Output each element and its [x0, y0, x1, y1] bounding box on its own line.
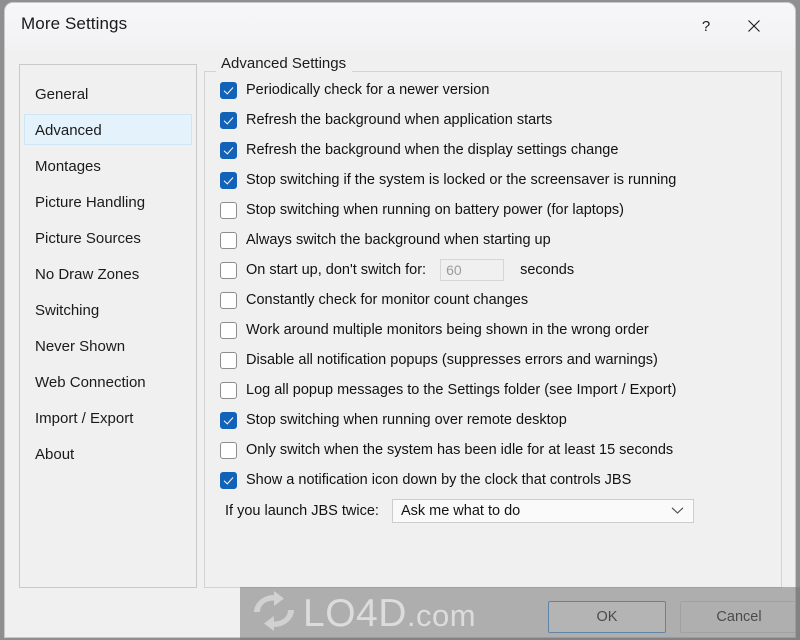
sidebar-item-general[interactable]: General: [24, 78, 192, 109]
checkbox-periodically-check-version[interactable]: [220, 81, 237, 99]
option-label: Disable all notification popups (suppres…: [246, 352, 658, 368]
option-label: Stop switching if the system is locked o…: [246, 172, 677, 188]
checkbox-stop-over-remote-desktop[interactable]: [220, 411, 237, 429]
checkbox-log-popup-messages[interactable]: [220, 381, 237, 399]
checkbox-switch-only-when-idle[interactable]: [220, 441, 237, 459]
title-bar: More Settings ?: [5, 3, 795, 49]
checkbox-startup-delay[interactable]: [220, 261, 237, 279]
sidebar-item-web-connection[interactable]: Web Connection: [24, 366, 192, 397]
option-row[interactable]: Only switch when the system has been idl…: [220, 435, 780, 465]
option-row[interactable]: Refresh the background when application …: [220, 105, 780, 135]
option-label: Refresh the background when the display …: [246, 142, 619, 158]
option-row[interactable]: Always switch the background when starti…: [220, 225, 780, 255]
option-row[interactable]: Work around multiple monitors being show…: [220, 315, 780, 345]
option-label: Work around multiple monitors being show…: [246, 322, 649, 338]
option-label: Always switch the background when starti…: [246, 232, 551, 248]
option-row[interactable]: Constantly check for monitor count chang…: [220, 285, 780, 315]
checkbox-refresh-on-display-change[interactable]: [220, 141, 237, 159]
group-title: Advanced Settings: [216, 55, 353, 72]
sidebar-item-switching[interactable]: Switching: [24, 294, 192, 325]
option-label: Stop switching when running on battery p…: [246, 202, 625, 218]
checkbox-stop-on-battery[interactable]: [220, 201, 237, 219]
close-icon: [747, 19, 761, 33]
option-label: Periodically check for a newer version: [246, 82, 490, 98]
advanced-options-list: Periodically check for a newer version R…: [220, 75, 780, 495]
option-row[interactable]: Log all popup messages to the Settings f…: [220, 375, 780, 405]
window-title: More Settings: [21, 14, 128, 33]
option-row-startup-delay[interactable]: On start up, don't switch for: seconds: [220, 255, 780, 285]
ok-button[interactable]: OK: [548, 601, 666, 633]
launch-twice-select[interactable]: Ask me what to do: [391, 499, 694, 523]
launch-twice-value: Ask me what to do: [400, 503, 521, 519]
checkbox-always-switch-on-startup[interactable]: [220, 231, 237, 249]
checkbox-monitor-order-workaround[interactable]: [220, 321, 237, 339]
option-row[interactable]: Stop switching if the system is locked o…: [220, 165, 780, 195]
checkbox-disable-notifications[interactable]: [220, 351, 237, 369]
launch-twice-label: If you launch JBS twice:: [225, 503, 379, 519]
startup-delay-input[interactable]: [440, 259, 505, 281]
option-row[interactable]: Stop switching when running over remote …: [220, 405, 780, 435]
chevron-down-icon: [671, 502, 684, 520]
option-label: Constantly check for monitor count chang…: [246, 292, 529, 308]
seconds-label: seconds: [520, 262, 575, 278]
option-row[interactable]: Disable all notification popups (suppres…: [220, 345, 780, 375]
sidebar-item-no-draw-zones[interactable]: No Draw Zones: [24, 258, 192, 289]
sidebar-item-advanced[interactable]: Advanced: [24, 114, 192, 145]
checkbox-refresh-on-app-start[interactable]: [220, 111, 237, 129]
checkbox-show-tray-icon[interactable]: [220, 471, 237, 489]
option-label: Only switch when the system has been idl…: [246, 442, 674, 458]
sidebar-item-montages[interactable]: Montages: [24, 150, 192, 181]
question-mark-icon: ?: [701, 17, 711, 35]
sidebar-item-import-export[interactable]: Import / Export: [24, 402, 192, 433]
checkbox-stop-when-locked[interactable]: [220, 171, 237, 189]
cancel-button[interactable]: Cancel: [680, 601, 795, 633]
help-button[interactable]: ?: [683, 3, 729, 49]
option-label: Show a notification icon down by the clo…: [246, 472, 632, 488]
screen: More Settings ? General Advanced Montage…: [0, 0, 800, 640]
close-button[interactable]: [731, 3, 777, 49]
sidebar-item-picture-handling[interactable]: Picture Handling: [24, 186, 192, 217]
option-row[interactable]: Stop switching when running on battery p…: [220, 195, 780, 225]
option-row[interactable]: Refresh the background when the display …: [220, 135, 780, 165]
sidebar-item-picture-sources[interactable]: Picture Sources: [24, 222, 192, 253]
launch-twice-row: If you launch JBS twice: Ask me what to …: [225, 499, 694, 523]
option-label: Stop switching when running over remote …: [246, 412, 567, 428]
option-label: Refresh the background when application …: [246, 112, 553, 128]
option-label: On start up, don't switch for:: [246, 262, 427, 278]
option-label: Log all popup messages to the Settings f…: [246, 382, 677, 398]
sidebar-item-never-shown[interactable]: Never Shown: [24, 330, 192, 361]
sidebar-item-about[interactable]: About: [24, 438, 192, 469]
checkbox-monitor-count-changes[interactable]: [220, 291, 237, 309]
settings-nav-list[interactable]: General Advanced Montages Picture Handli…: [19, 64, 197, 588]
option-row[interactable]: Periodically check for a newer version: [220, 75, 780, 105]
option-row[interactable]: Show a notification icon down by the clo…: [220, 465, 780, 495]
settings-window: More Settings ? General Advanced Montage…: [4, 2, 796, 638]
